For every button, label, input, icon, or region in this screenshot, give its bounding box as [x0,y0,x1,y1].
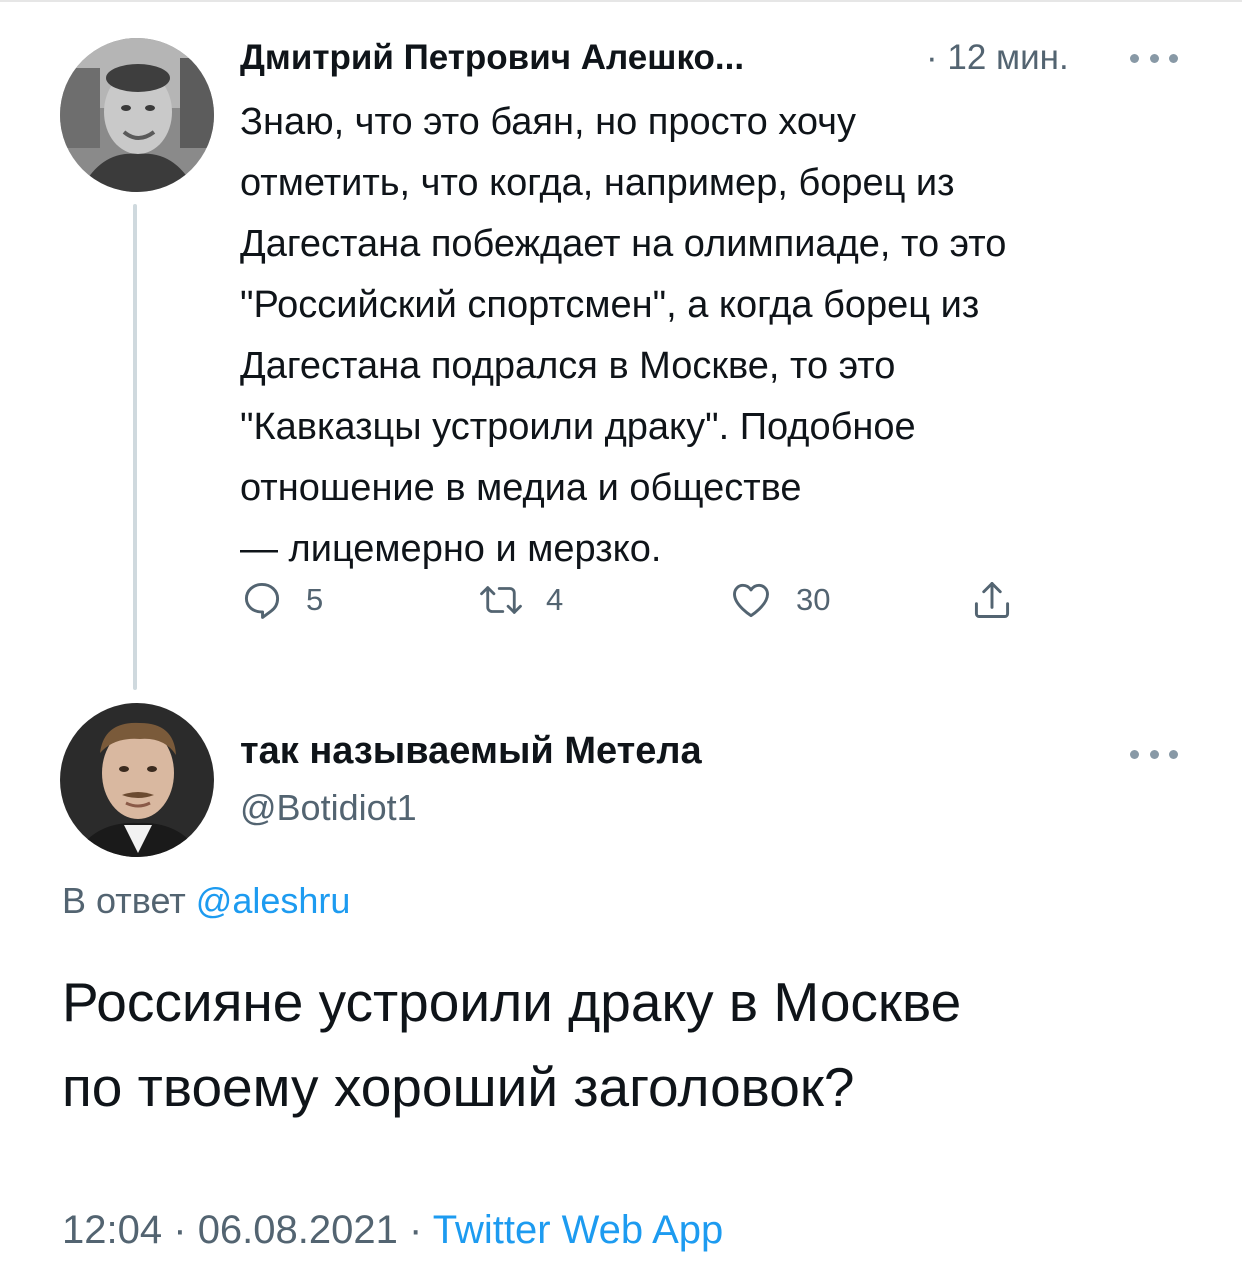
retweet-button[interactable]: 4 [478,570,563,630]
tweet-text-line: отношение в медиа и обществе [240,467,802,509]
tweet-source-link[interactable]: Twitter Web App [433,1208,724,1252]
like-button[interactable]: 30 [728,570,830,630]
meta-separator: · [173,1208,187,1252]
more-horizontal-icon[interactable] [1130,744,1178,764]
thread-connector-line [133,204,137,690]
tweet-text-line: по твоему хороший заголовок? [62,1056,855,1118]
retweet-count: 4 [546,582,564,617]
replying-to-line: В ответ @aleshru [62,880,350,922]
tweet-text-line: Знаю, что это баян, но просто хочу [240,101,856,143]
heart-icon [728,578,774,622]
reply-author-avatar[interactable] [60,703,214,857]
tweet-text-line: "Кавказцы устроили драку". Подобное [240,406,916,448]
reply-tweet-text: Россияне устроили драку в Москве по твое… [62,960,1202,1130]
reply-author-name[interactable]: так называемый Метела [240,730,702,773]
tweet-date[interactable]: 06.08.2021 [198,1208,398,1252]
tweet-text-line: Россияне устроили драку в Москве [62,971,962,1033]
share-button[interactable] [970,570,1014,630]
tweet-text-line: Дагестана подрался в Москве, то это [240,345,896,387]
tweet-text-line: отметить, что когда, например, борец из [240,162,955,204]
like-count: 30 [796,582,831,617]
meta-separator: · [409,1208,423,1252]
parent-timestamp[interactable]: · 12 мин. [926,38,1069,78]
parent-tweet-text: Знаю, что это баян, но просто хочу отмет… [240,92,1200,580]
retweet-icon [478,578,524,622]
reply-count: 5 [306,582,324,617]
reply-author-handle[interactable]: @Botidiot1 [240,787,417,829]
share-icon [970,577,1014,623]
replying-mention-link[interactable]: @aleshru [196,880,351,921]
replying-prefix: В ответ [62,880,186,921]
tweet-time[interactable]: 12:04 [62,1208,162,1252]
tweet-text-line: Дагестана побеждает на олимпиаде, то это [240,223,1007,265]
parent-author-avatar[interactable] [60,38,214,192]
reply-button[interactable]: 5 [240,570,323,630]
tweet-text-line: "Российский спортсмен", а когда борец из [240,284,980,326]
parent-action-bar: 5 4 30 [240,570,1040,630]
parent-author-name[interactable]: Дмитрий Петрович Алешко... [240,38,744,78]
reply-icon [240,578,284,622]
tweet-metadata: 12:04 · 06.08.2021 · Twitter Web App [62,1208,723,1253]
more-horizontal-icon[interactable] [1130,48,1178,68]
top-divider [0,0,1242,2]
